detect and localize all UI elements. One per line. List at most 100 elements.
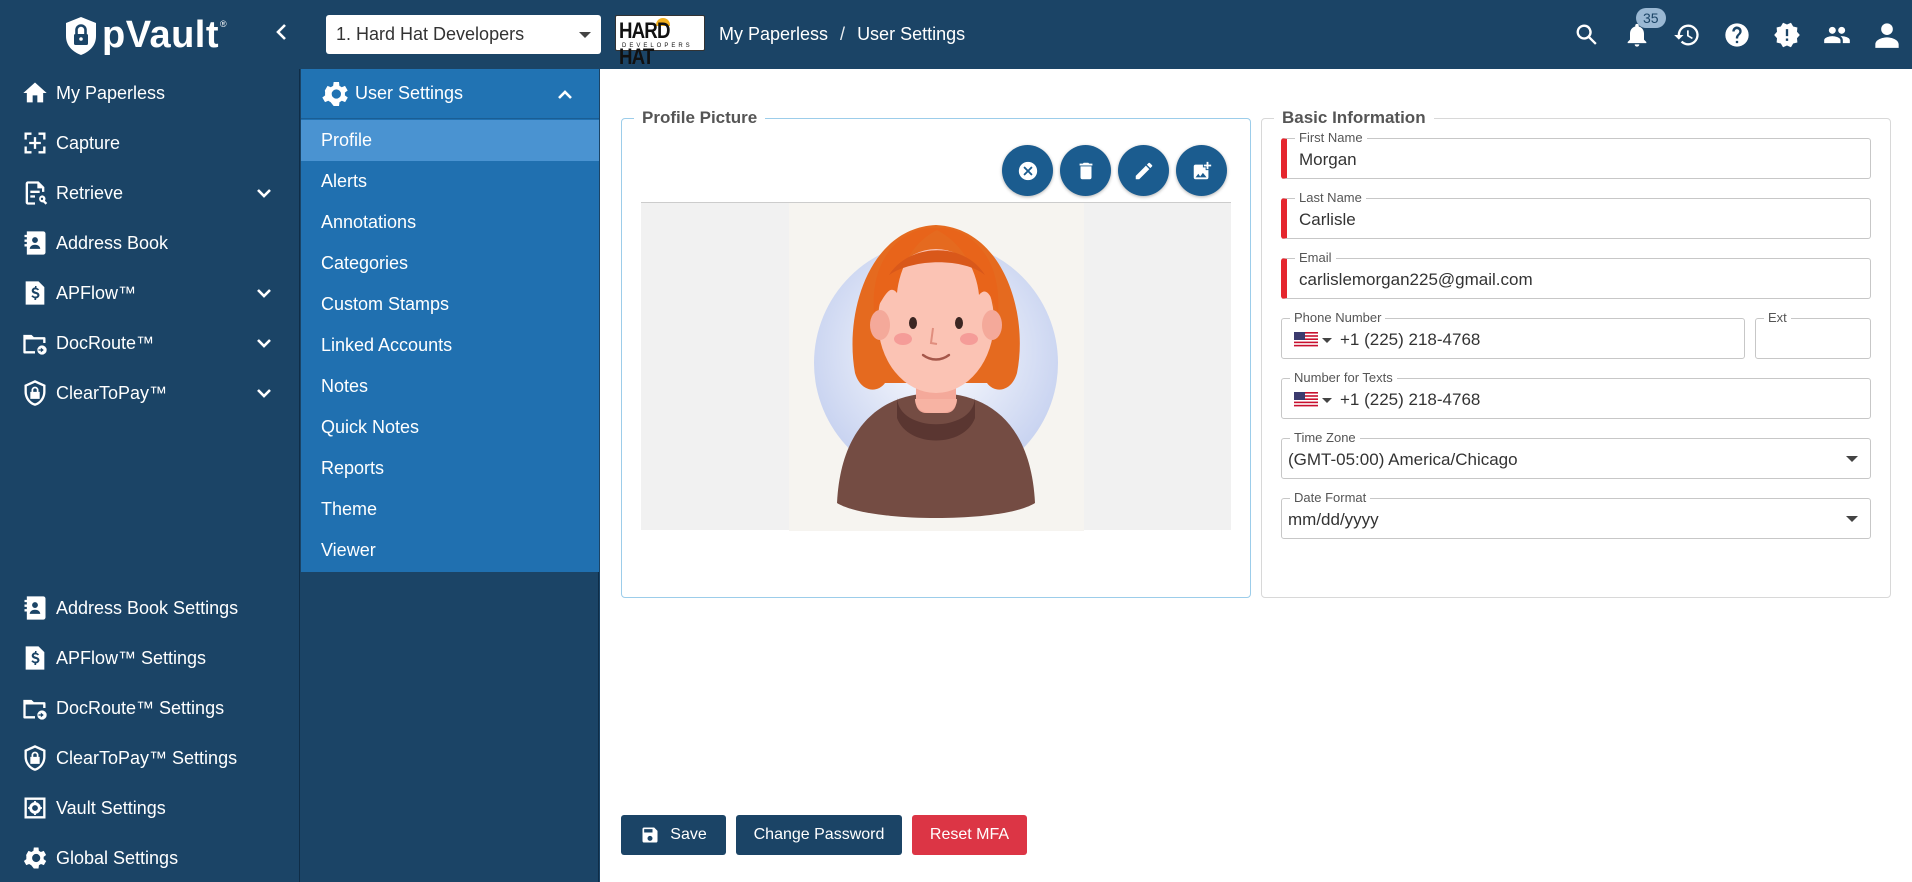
reset-mfa-label: Reset MFA xyxy=(929,826,1010,843)
submenu-item-notes[interactable]: Notes xyxy=(301,366,599,407)
sidebar-item-apflow[interactable]: APFlow™ xyxy=(0,271,300,315)
time-zone-select[interactable]: Time Zone (GMT-05:00) America/Chicago xyxy=(1281,430,1871,479)
address-book-icon xyxy=(20,228,50,258)
users-icon xyxy=(1824,26,1850,43)
first-name-label: First Name xyxy=(1295,130,1367,145)
edit-picture-button[interactable] xyxy=(1118,145,1169,196)
submenu-item-theme[interactable]: Theme xyxy=(301,489,599,530)
help-button[interactable] xyxy=(1712,0,1762,69)
first-name-field[interactable]: First Name Morgan xyxy=(1281,130,1871,179)
change-password-button[interactable]: Change Password xyxy=(736,815,902,855)
last-name-field[interactable]: Last Name Carlisle xyxy=(1281,190,1871,239)
sidebar-item-global-settings[interactable]: Global Settings xyxy=(0,836,300,880)
sidebar-item-label: DocRoute™ Settings xyxy=(56,697,225,718)
sidebar-item-cleartopay[interactable]: ClearToPay™ xyxy=(0,371,300,415)
upload-picture-button[interactable] xyxy=(1176,145,1227,196)
user-menu-button[interactable] xyxy=(1862,0,1912,69)
avatar-illustration xyxy=(814,225,1058,518)
home-icon xyxy=(20,78,50,108)
notifications-button[interactable]: 35 xyxy=(1612,0,1666,69)
breadcrumb-item-user-settings: User Settings xyxy=(857,24,966,44)
sidebar-item-label: Address Book Settings xyxy=(56,597,239,618)
save-button[interactable]: Save xyxy=(621,815,726,855)
sidebar-item-address-book[interactable]: Address Book xyxy=(0,221,300,265)
submenu-header[interactable]: User Settings xyxy=(301,69,599,119)
caret-down-icon xyxy=(1846,456,1858,462)
delete-icon xyxy=(1079,162,1092,179)
profile-picture-actions xyxy=(1002,145,1227,196)
sidebar-item-vault-settings[interactable]: Vault Settings xyxy=(0,786,300,830)
email-field[interactable]: Email carlislemorgan225@gmail.com xyxy=(1281,250,1871,299)
sidebar-item-retrieve[interactable]: Retrieve xyxy=(0,171,300,215)
search-button[interactable] xyxy=(1562,0,1612,69)
ext-field[interactable]: Ext xyxy=(1755,310,1871,359)
vault-icon xyxy=(20,793,50,823)
sidebar-item-apflow-settings[interactable]: APFlow™ Settings xyxy=(0,636,300,680)
submenu-item-categories[interactable]: Categories xyxy=(301,243,599,284)
ext-label: Ext xyxy=(1764,310,1791,325)
submenu-panel: User Settings Profile Alerts Annotations… xyxy=(301,69,599,572)
organization-select[interactable]: 1. Hard Hat Developers xyxy=(326,15,601,54)
main-content: Profile Picture Basic Information First … xyxy=(600,69,1912,882)
submenu-item-custom-stamps[interactable]: Custom Stamps xyxy=(301,284,599,325)
user-icon xyxy=(1875,22,1899,48)
chevron-up-icon xyxy=(555,85,575,105)
us-flag-icon[interactable] xyxy=(1294,392,1318,407)
sidebar-item-label: APFlow™ xyxy=(56,282,137,303)
history-icon xyxy=(1674,24,1699,45)
save-icon xyxy=(642,827,658,843)
number-for-texts-field[interactable]: Number for Texts +1 (225) 218-4768 xyxy=(1281,370,1871,419)
us-flag-icon[interactable] xyxy=(1294,332,1318,347)
app-logo[interactable]: pVault ® xyxy=(64,14,227,57)
date-format-value: mm/dd/yyyy xyxy=(1288,510,1379,529)
reset-mfa-button[interactable]: Reset MFA xyxy=(912,815,1027,855)
chevron-down-icon xyxy=(254,283,274,303)
submenu-item-reports[interactable]: Reports xyxy=(301,448,599,489)
collapse-sidebar-button[interactable] xyxy=(270,20,294,48)
last-name-value: Carlisle xyxy=(1299,210,1356,229)
breadcrumb-separator: / xyxy=(840,24,846,44)
sidebar-item-label: Capture xyxy=(56,132,121,153)
history-button[interactable] xyxy=(1662,0,1712,69)
apflow-icon xyxy=(20,278,50,308)
sidebar-item-docroute-settings[interactable]: DocRoute™ Settings xyxy=(0,686,300,730)
last-name-label: Last Name xyxy=(1295,190,1366,205)
main-sidebar: My Paperless Capture Retrieve Address Bo… xyxy=(0,69,300,882)
profile-picture-area xyxy=(641,202,1231,531)
submenu-item-annotations[interactable]: Annotations xyxy=(301,202,599,243)
sidebar-item-my-paperless[interactable]: My Paperless xyxy=(0,71,300,115)
sidebar-item-label: ClearToPay™ xyxy=(56,382,168,403)
submenu-item-viewer[interactable]: Viewer xyxy=(301,530,599,571)
save-button-label: Save xyxy=(670,826,707,843)
sidebar-item-label: DocRoute™ xyxy=(56,332,155,353)
caret-down-icon xyxy=(1322,398,1332,403)
delete-picture-button[interactable] xyxy=(1060,145,1111,196)
chevron-left-icon xyxy=(276,24,286,40)
phone-number-field[interactable]: Phone Number +1 (225) 218-4768 xyxy=(1281,310,1745,359)
search-icon xyxy=(1576,24,1597,45)
submenu-item-quick-notes[interactable]: Quick Notes xyxy=(301,407,599,448)
submenu-item-linked-accounts[interactable]: Linked Accounts xyxy=(301,325,599,366)
sidebar-item-label: Vault Settings xyxy=(56,797,166,818)
breadcrumb-item-my-paperless[interactable]: My Paperless xyxy=(719,24,828,45)
gear-icon xyxy=(20,843,50,873)
clear-picture-button[interactable] xyxy=(1002,145,1053,196)
profile-picture-legend: Profile Picture xyxy=(642,108,758,127)
sidebar-item-capture[interactable]: Capture xyxy=(0,121,300,165)
submenu-item-profile[interactable]: Profile xyxy=(301,120,599,161)
time-zone-label: Time Zone xyxy=(1290,430,1360,445)
cleartopay-icon xyxy=(20,378,50,408)
app-name: pVault xyxy=(102,14,220,56)
email-label: Email xyxy=(1295,250,1336,265)
breadcrumb: My Paperless / User Settings xyxy=(719,24,965,45)
submenu-item-alerts[interactable]: Alerts xyxy=(301,161,599,202)
sidebar-item-docroute[interactable]: DocRoute™ xyxy=(0,321,300,365)
users-button[interactable] xyxy=(1812,0,1862,69)
date-format-label: Date Format xyxy=(1290,490,1371,505)
number-for-texts-value: +1 (225) 218-4768 xyxy=(1340,390,1481,409)
date-format-select[interactable]: Date Format mm/dd/yyyy xyxy=(1281,490,1871,539)
sidebar-item-address-book-settings[interactable]: Address Book Settings xyxy=(0,586,300,630)
submenu-title: User Settings xyxy=(355,83,464,103)
alerts-button[interactable] xyxy=(1762,0,1812,69)
sidebar-item-cleartopay-settings[interactable]: ClearToPay™ Settings xyxy=(0,736,300,780)
